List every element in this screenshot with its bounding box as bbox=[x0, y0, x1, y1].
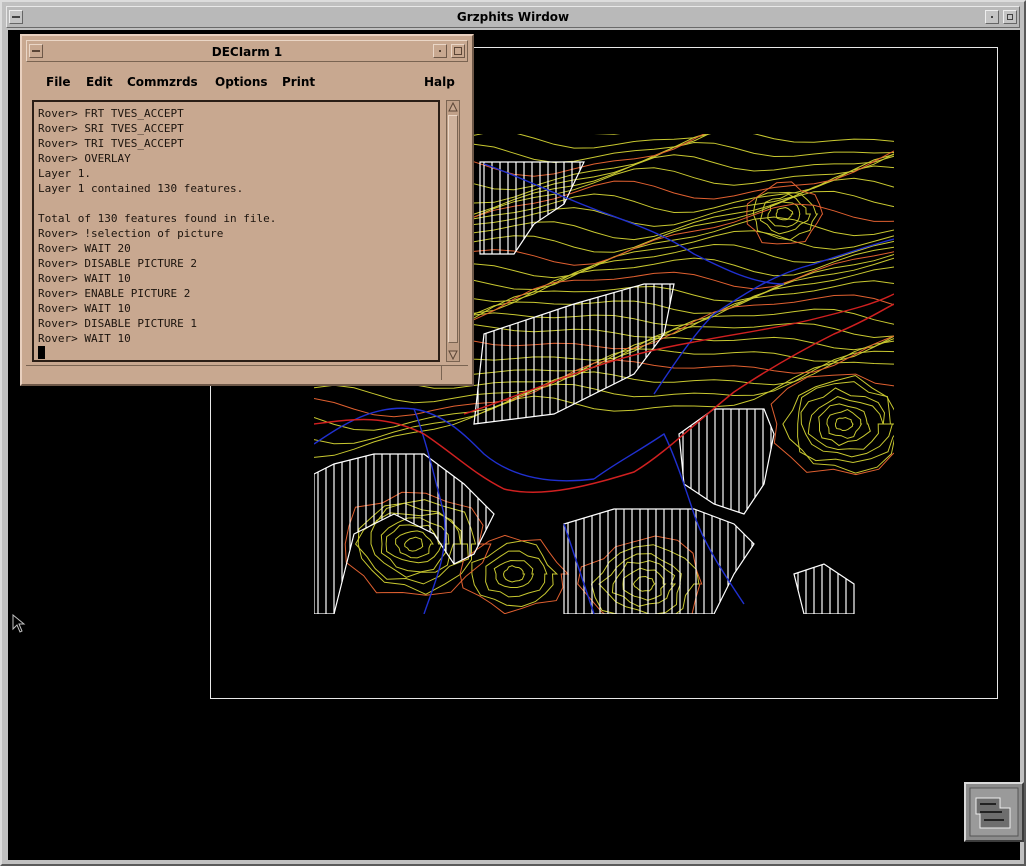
hatched-polygon bbox=[793, 563, 855, 614]
contour-ring bbox=[782, 374, 894, 474]
contour-ring bbox=[622, 567, 667, 601]
contour-ring bbox=[370, 512, 462, 578]
contour-ring bbox=[834, 416, 854, 432]
minimize-icon[interactable] bbox=[433, 44, 447, 58]
contour-ring bbox=[493, 559, 535, 588]
contour-ring bbox=[344, 491, 492, 596]
decterm-window[interactable]: DECIarm 1 File Edit Commzrds Options Pri… bbox=[20, 34, 474, 386]
contour-ring bbox=[485, 550, 548, 598]
contour-ring bbox=[826, 408, 863, 439]
menu-help[interactable]: Halp bbox=[424, 75, 455, 89]
contour-ring bbox=[611, 560, 677, 607]
terminal-line: Rover> WAIT 10 bbox=[38, 332, 131, 345]
menu-options[interactable]: Options bbox=[215, 75, 268, 89]
scrollbar-thumb[interactable] bbox=[448, 115, 458, 343]
decterm-titlebar[interactable]: DECIarm 1 bbox=[26, 40, 468, 62]
text-cursor bbox=[38, 346, 45, 359]
minimize-icon[interactable] bbox=[985, 10, 999, 24]
contour-ring bbox=[357, 499, 477, 595]
terminal-line: Rover> SRI TVES_ACCEPT bbox=[38, 122, 184, 135]
vertical-scrollbar[interactable] bbox=[446, 100, 460, 362]
contour-ring bbox=[800, 387, 894, 458]
terminal-line: Rover> DISABLE PICTURE 1 bbox=[38, 317, 197, 330]
terminal-line: Rover> FRT TVES_ACCEPT bbox=[38, 107, 184, 120]
scroll-up-icon[interactable] bbox=[448, 102, 458, 112]
contour-ring bbox=[502, 565, 526, 583]
terminal-line: Rover> DISABLE PICTURE 2 bbox=[38, 257, 197, 270]
terminal-line: Rover> OVERLAY bbox=[38, 152, 131, 165]
arrow-pointer-icon bbox=[12, 614, 26, 633]
contour-ring bbox=[385, 524, 443, 564]
terminal-line: Total of 130 features found in file. bbox=[38, 212, 277, 225]
contour-ring bbox=[632, 575, 656, 592]
terminal-output[interactable]: Rover> FRT TVES_ACCEPT Rover> SRI TVES_A… bbox=[32, 100, 440, 362]
decterm-status-bar bbox=[26, 365, 468, 380]
maximize-icon[interactable] bbox=[1003, 10, 1017, 24]
menu-bar: File Edit Commzrds Options Print Halp bbox=[26, 66, 468, 96]
contour-ring bbox=[404, 536, 424, 552]
terminal-line: Layer 1 contained 130 features. bbox=[38, 182, 244, 195]
terminal-line: Rover> WAIT 20 bbox=[38, 242, 131, 255]
terminal-line: Rover> WAIT 10 bbox=[38, 272, 131, 285]
decterm-title: DECIarm 1 bbox=[211, 45, 283, 59]
terminal-line: Rover> !selection of picture bbox=[38, 227, 224, 240]
terminal-line: Layer 1. bbox=[38, 167, 91, 180]
terminal-line: Rover> WAIT 10 bbox=[38, 302, 131, 315]
terminal-line: Rover> ENABLE PICTURE 2 bbox=[38, 287, 191, 300]
contour-ring bbox=[818, 403, 871, 447]
contour-ring bbox=[395, 530, 434, 559]
maximize-icon[interactable] bbox=[451, 44, 465, 58]
menu-commands[interactable]: Commzrds bbox=[127, 75, 198, 89]
terminal-line: Rover> TRI TVES_ACCEPT bbox=[38, 137, 184, 150]
terminal-text: Rover> FRT TVES_ACCEPT Rover> SRI TVES_A… bbox=[38, 106, 277, 360]
menu-print[interactable]: Print bbox=[282, 75, 315, 89]
graphics-window-titlebar[interactable]: Grzphits Wirdow bbox=[6, 6, 1020, 28]
hatched-polygon bbox=[678, 408, 775, 515]
contour-ring bbox=[459, 534, 570, 614]
graphics-window-title: Grzphits Wirdow bbox=[456, 10, 570, 24]
menu-edit[interactable]: Edit bbox=[86, 75, 113, 89]
menu-file[interactable]: File bbox=[46, 75, 71, 89]
scroll-down-icon[interactable] bbox=[448, 350, 458, 360]
road-line-north bbox=[463, 293, 894, 415]
iconified-app-icon[interactable] bbox=[964, 782, 1024, 842]
